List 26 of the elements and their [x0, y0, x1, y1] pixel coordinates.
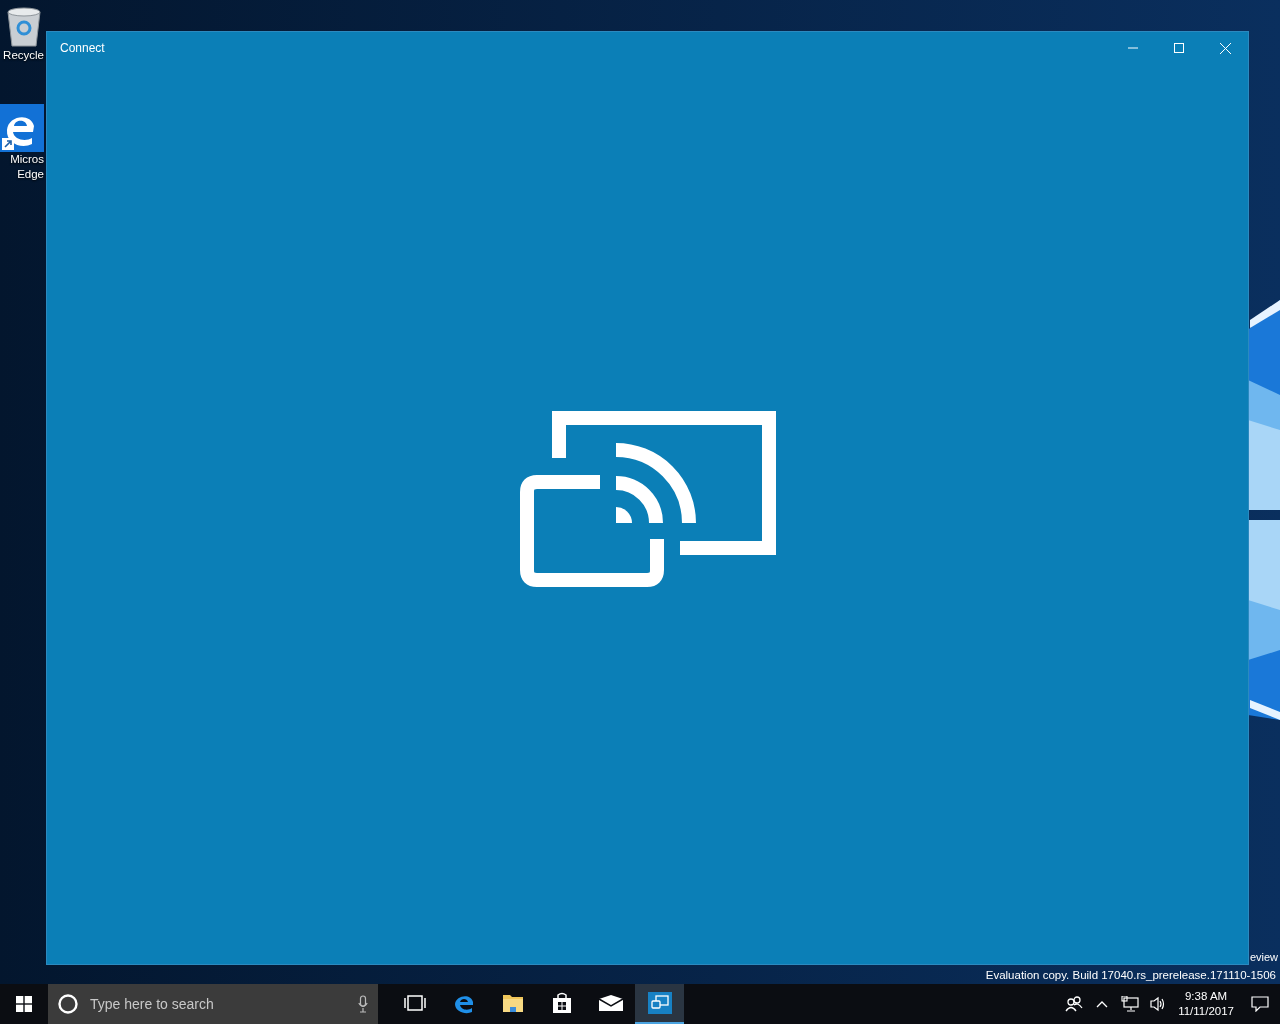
- cortana-icon: [58, 994, 78, 1014]
- chevron-up-icon: [1096, 1000, 1109, 1008]
- people-icon: [1065, 996, 1084, 1012]
- mail-icon: [597, 994, 624, 1012]
- store-icon: [551, 992, 572, 1014]
- recycle-bin-icon: [4, 6, 44, 48]
- edition-text: eview: [1249, 951, 1278, 963]
- desktop-icon-label[interactable]: Recycle: [3, 48, 44, 63]
- build-text: Evaluation copy. Build 17040.rs_prerelease.171110-1506: [985, 969, 1276, 981]
- desktop-icon-label[interactable]: Micros Edge: [10, 152, 44, 182]
- cast-icon: [647, 992, 672, 1014]
- clock[interactable]: 9:38 AM 11/11/2017: [1172, 984, 1240, 1024]
- close-icon: [1219, 42, 1231, 54]
- task-view-icon: [403, 995, 426, 1011]
- window-title: Connect: [59, 41, 106, 55]
- search-bar[interactable]: Type here to search: [48, 984, 378, 1024]
- folder-icon: [501, 993, 524, 1013]
- maximize-icon: [1174, 43, 1184, 53]
- microphone-icon: [358, 995, 368, 1013]
- search-field[interactable]: Type here to search: [88, 995, 348, 1013]
- edge-icon: [0, 104, 44, 152]
- cast-icon: [519, 411, 776, 587]
- taskbar-app-button[interactable]: [635, 984, 684, 1024]
- windows-logo-icon: [16, 996, 32, 1012]
- speech-bubble-icon: [1251, 996, 1269, 1012]
- network-icon: [1121, 996, 1140, 1012]
